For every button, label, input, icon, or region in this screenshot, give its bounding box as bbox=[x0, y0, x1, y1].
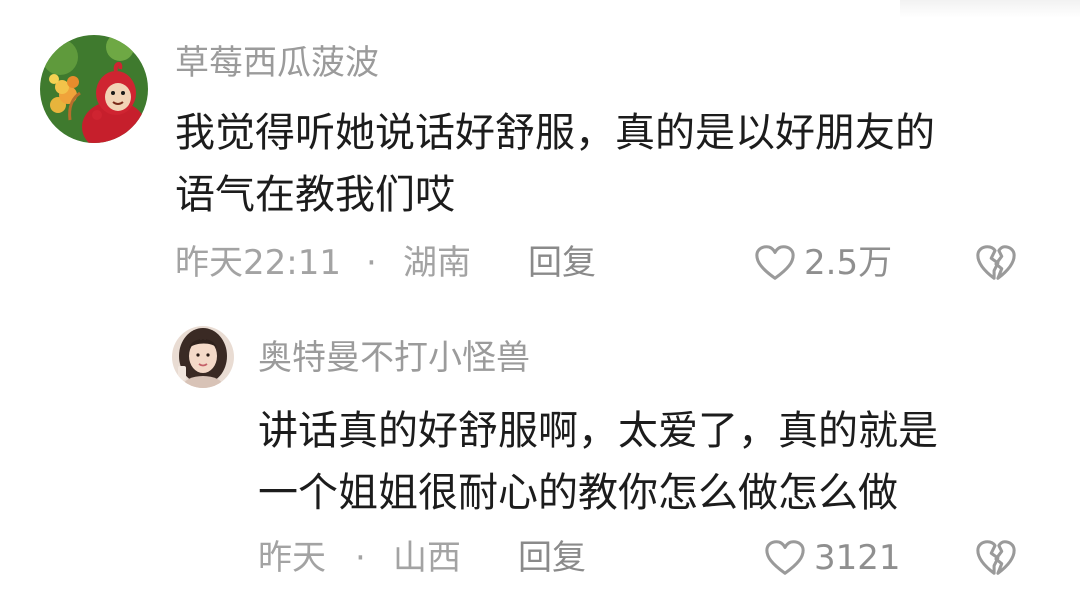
like-count: 3121 bbox=[814, 538, 901, 578]
comment-text-line: 讲话真的好舒服啊，太爱了，真的就是 bbox=[258, 408, 938, 454]
meta-separator: · bbox=[355, 538, 366, 578]
comment-text-line: 语气在教我们哎 bbox=[175, 172, 455, 218]
heart-outline-icon[interactable] bbox=[764, 538, 806, 578]
comment-username[interactable]: 奥特曼不打小怪兽 bbox=[258, 338, 530, 378]
comment-text: 讲话真的好舒服啊，太爱了，真的就是 一个姐姐很耐心的教你怎么做怎么做 bbox=[258, 400, 1038, 524]
broken-heart-icon[interactable] bbox=[975, 538, 1017, 578]
comment-time: 昨天22:11 bbox=[175, 243, 341, 283]
like-button[interactable]: 3121 bbox=[764, 536, 901, 580]
comment-time: 昨天 bbox=[258, 538, 326, 578]
comment-text: 我觉得听她说话好舒服，真的是以好朋友的 语气在教我们哎 bbox=[175, 102, 1035, 226]
comment-location: 湖南 bbox=[403, 243, 471, 283]
comment-location: 山西 bbox=[393, 538, 461, 578]
comment-text-line: 一个姐姐很耐心的教你怎么做怎么做 bbox=[258, 470, 898, 516]
meta-separator: · bbox=[366, 243, 377, 283]
comment-thread: { "comments": [ { "username": "草莓西瓜菠波", … bbox=[0, 0, 1080, 612]
reply-button[interactable]: 回复 bbox=[518, 536, 586, 580]
heart-outline-icon[interactable] bbox=[754, 243, 796, 283]
like-count: 2.5万 bbox=[804, 243, 893, 283]
like-button[interactable]: 2.5万 bbox=[754, 241, 892, 285]
teletubby-avatar[interactable] bbox=[40, 35, 148, 143]
comment-username[interactable]: 草莓西瓜菠波 bbox=[175, 43, 379, 83]
reply-button[interactable]: 回复 bbox=[528, 241, 596, 285]
comment-item: 草莓西瓜菠波 我觉得听她说话好舒服，真的是以好朋友的 语气在教我们哎 昨天22:… bbox=[0, 0, 1080, 300]
comment-text-line: 我觉得听她说话好舒服，真的是以好朋友的 bbox=[175, 110, 935, 156]
reply-comment-item: 奥特曼不打小怪兽 讲话真的好舒服啊，太爱了，真的就是 一个姐姐很耐心的教你怎么做… bbox=[0, 300, 1080, 612]
girl-portrait-avatar[interactable] bbox=[172, 326, 234, 388]
broken-heart-icon[interactable] bbox=[975, 243, 1017, 283]
